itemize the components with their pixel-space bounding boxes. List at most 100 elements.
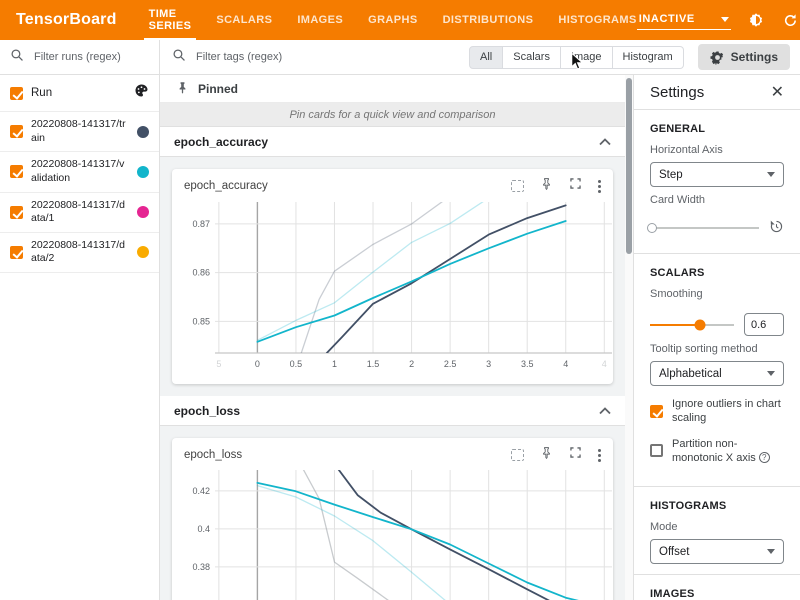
app-logo: TensorBoard <box>16 11 117 29</box>
tab-scalars[interactable]: SCALARS <box>216 0 272 40</box>
epoch-accuracy-zone: epoch_accuracy <box>160 157 625 396</box>
pinned-empty-message: Pin cards for a quick view and compariso… <box>160 103 625 127</box>
run-color-dot <box>137 166 149 178</box>
general-heading: GENERAL <box>650 123 784 135</box>
smoothing-value-input[interactable] <box>744 313 784 336</box>
epoch-accuracy-chart[interactable]: 0.850.860.87500.511.522.533.544 <box>172 197 613 380</box>
pin-icon <box>176 81 189 97</box>
filter-chip-scalars[interactable]: Scalars <box>503 46 561 69</box>
ignore-outliers-label: Ignore outliers in chart scaling <box>672 397 784 426</box>
run-checkbox[interactable] <box>10 125 23 138</box>
tab-time-series[interactable]: TIME SERIES <box>149 0 192 40</box>
tag-filter-input[interactable] <box>194 50 434 64</box>
run-color-dot <box>137 126 149 138</box>
scrollbar-thumb[interactable] <box>626 78 632 254</box>
filter-chip-histogram[interactable]: Histogram <box>613 46 684 69</box>
svg-text:1.5: 1.5 <box>367 359 380 369</box>
search-icon <box>10 48 24 67</box>
card-title: epoch_loss <box>184 449 242 461</box>
epoch-loss-zone: epoch_loss <box>160 426 625 600</box>
run-checkbox[interactable] <box>10 206 23 219</box>
settings-scalars-section: SCALARS Smoothing Tooltip sorting method… <box>634 254 800 486</box>
reset-icon[interactable] <box>769 219 784 237</box>
run-list-header: Run <box>0 75 159 112</box>
run-filter-input[interactable] <box>32 50 149 64</box>
smoothing-slider[interactable] <box>650 324 734 326</box>
pin-card-icon[interactable] <box>540 446 553 464</box>
pinned-section-header: Pinned <box>160 75 625 103</box>
section-title: epoch_loss <box>174 404 240 418</box>
pinned-title: Pinned <box>198 82 238 96</box>
partition-x-axis-checkbox[interactable] <box>650 444 663 457</box>
theme-brightness-icon[interactable] <box>748 12 765 29</box>
run-name: 20220808-141317/validation <box>31 158 129 185</box>
tab-histograms[interactable]: HISTOGRAMS <box>558 0 636 40</box>
fullscreen-icon[interactable] <box>569 446 582 464</box>
chevron-up-icon[interactable] <box>599 135 611 149</box>
pin-card-icon[interactable] <box>540 177 553 195</box>
epoch-loss-chart[interactable]: 0.420.40.380.36 <box>172 466 613 600</box>
section-header-epoch-loss[interactable]: epoch_loss <box>160 396 625 426</box>
run-row-train[interactable]: 20220808-141317/train <box>0 112 159 152</box>
card-width-label: Card Width <box>650 194 784 206</box>
card-width-slider[interactable] <box>650 227 759 229</box>
settings-button[interactable]: Settings <box>698 44 790 70</box>
help-icon[interactable]: ? <box>759 452 770 463</box>
chevron-down-icon <box>721 17 729 22</box>
ignore-outliers-row[interactable]: Ignore outliers in chart scaling <box>650 397 784 426</box>
horizontal-axis-select[interactable]: Step <box>650 162 784 187</box>
epoch-loss-card: epoch_loss <box>172 438 613 600</box>
chevron-down-icon <box>767 371 775 376</box>
run-checkbox[interactable] <box>10 165 23 178</box>
more-menu-icon[interactable] <box>598 180 601 193</box>
run-row-validation[interactable]: 20220808-141317/validation <box>0 152 159 192</box>
run-checkbox[interactable] <box>10 246 23 259</box>
tab-images[interactable]: IMAGES <box>297 0 343 40</box>
svg-text:0.5: 0.5 <box>290 359 303 369</box>
run-row-data-1[interactable]: 20220808-141317/data/1 <box>0 193 159 233</box>
run-name: 20220808-141317/data/2 <box>31 239 129 266</box>
svg-text:1: 1 <box>332 359 337 369</box>
reload-status-select[interactable]: INACTIVE <box>637 10 731 30</box>
runs-column-header: Run <box>31 86 126 101</box>
ignore-outliers-checkbox[interactable] <box>650 405 663 418</box>
svg-text:0.87: 0.87 <box>192 219 210 229</box>
palette-icon[interactable] <box>134 83 149 103</box>
scalars-heading: SCALARS <box>650 267 784 279</box>
chevron-down-icon <box>767 172 775 177</box>
run-color-dot <box>137 206 149 218</box>
run-row-data-2[interactable]: 20220808-141317/data/2 <box>0 233 159 273</box>
fullscreen-icon[interactable] <box>569 177 582 195</box>
tensorboard-app: TensorBoard TIME SERIES SCALARS IMAGES G… <box>0 0 800 600</box>
tooltip-sort-label: Tooltip sorting method <box>650 343 784 355</box>
svg-text:5: 5 <box>216 359 221 369</box>
tag-toolbar: All Scalars Image Histogram Settings <box>160 40 800 75</box>
chevron-up-icon[interactable] <box>599 404 611 418</box>
main-scrollbar[interactable] <box>625 75 633 600</box>
refresh-icon[interactable] <box>782 12 799 29</box>
svg-text:0.42: 0.42 <box>192 486 210 496</box>
svg-text:0.4: 0.4 <box>197 524 210 534</box>
tab-graphs[interactable]: GRAPHS <box>368 0 417 40</box>
svg-text:0: 0 <box>255 359 260 369</box>
settings-images-section: IMAGES Brightness Contrast <box>634 575 800 600</box>
run-color-dot <box>137 246 149 258</box>
filter-chip-image[interactable]: Image <box>561 46 613 69</box>
svg-text:4: 4 <box>602 359 607 369</box>
section-header-epoch-accuracy[interactable]: epoch_accuracy <box>160 127 625 157</box>
tooltip-sort-select[interactable]: Alphabetical <box>650 361 784 386</box>
select-all-runs-checkbox[interactable] <box>10 87 23 100</box>
close-icon[interactable]: ✕ <box>771 85 784 101</box>
status-label: INACTIVE <box>639 13 695 25</box>
tag-type-filter: All Scalars Image Histogram <box>469 46 684 69</box>
fit-to-domain-icon[interactable] <box>511 449 524 461</box>
more-menu-icon[interactable] <box>598 449 601 462</box>
fit-to-domain-icon[interactable] <box>511 180 524 192</box>
partition-x-axis-row[interactable]: Partition non-monotonic X axis? <box>650 437 784 466</box>
horizontal-axis-label: Horizontal Axis <box>650 144 784 156</box>
epoch-accuracy-card: epoch_accuracy <box>172 169 613 384</box>
run-name: 20220808-141317/train <box>31 118 129 145</box>
tab-distributions[interactable]: DISTRIBUTIONS <box>443 0 534 40</box>
histogram-mode-select[interactable]: Offset <box>650 539 784 564</box>
filter-chip-all[interactable]: All <box>469 46 503 69</box>
